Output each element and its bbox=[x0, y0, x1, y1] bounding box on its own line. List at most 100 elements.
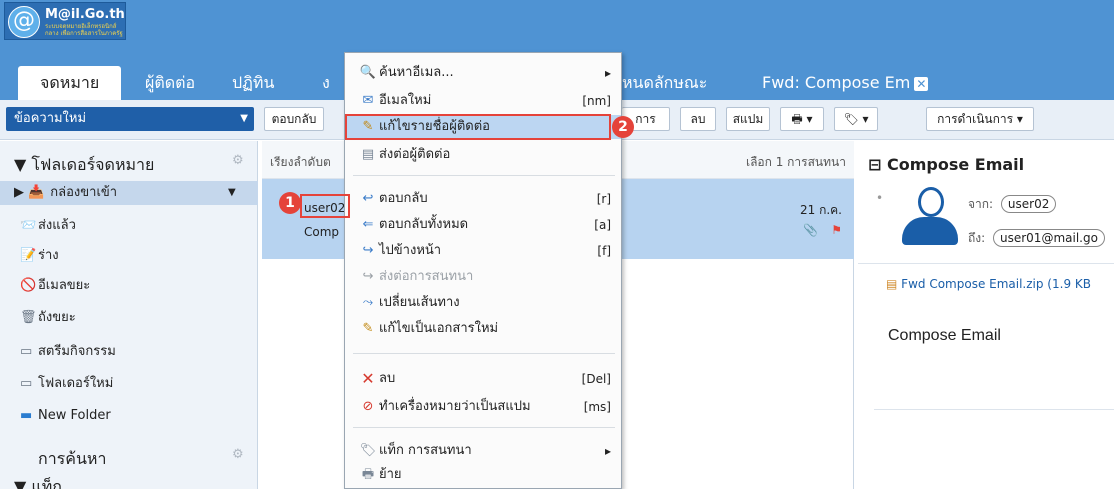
attachment-row[interactable]: ▤ Fwd Compose Email.zip (1.9 KB bbox=[886, 277, 1091, 291]
tab-partial[interactable]: ง bbox=[322, 66, 330, 100]
divider bbox=[874, 409, 1114, 410]
sidebar-item-drafts[interactable]: 📝 ร่าง bbox=[20, 245, 59, 267]
more-actions-button[interactable]: การดำเนินการ ▾ bbox=[926, 107, 1034, 131]
chevron-down-icon[interactable]: ▼ bbox=[228, 181, 236, 205]
message-subject: Comp bbox=[304, 225, 340, 239]
sidebar-item-label: สตรีมกิจกรรม bbox=[38, 344, 116, 359]
move-dropdown-button[interactable]: 🖶 ▾ bbox=[780, 107, 824, 131]
menu-item-shortcut: [nm] bbox=[582, 94, 611, 108]
gear-icon[interactable]: ⚙ bbox=[232, 153, 244, 168]
highlight-box-menu-item bbox=[345, 114, 611, 140]
menu-item-redirect[interactable]: ⤳ เปลี่ยนเส้นทาง bbox=[345, 291, 621, 315]
move-icon: 🖶 bbox=[361, 467, 375, 482]
sidebar-item-label: New Folder bbox=[38, 408, 111, 423]
menu-item-reply-all[interactable]: ⇐ ตอบกลับทั้งหมด [a] bbox=[345, 213, 621, 237]
app-logo[interactable]: @ M@il.Go.th ระบบจดหมายอิเล็กทรอนิกส์กลา… bbox=[4, 2, 126, 40]
sidebar-item-junk[interactable]: 🚫 อีเมลขยะ bbox=[20, 275, 90, 297]
menu-item-label: ทำเครื่องหมายว่าเป็นสแปม bbox=[379, 399, 531, 414]
menu-separator bbox=[353, 353, 615, 354]
sidebar-item-trash[interactable]: 🗑ถังขยะ bbox=[20, 307, 76, 329]
divider bbox=[858, 263, 1114, 264]
delete-button[interactable]: ลบ bbox=[680, 107, 716, 131]
attachment-link[interactable]: Fwd Compose Email.zip (1.9 KB bbox=[901, 277, 1091, 291]
sort-label[interactable]: เรียงลำดับต bbox=[270, 153, 331, 172]
tag-dropdown-button[interactable]: 🏷 ▾ bbox=[834, 107, 878, 131]
search-header[interactable]: การค้นหา bbox=[38, 447, 106, 472]
selection-count: เลือก 1 การสนทนา bbox=[745, 155, 846, 169]
menu-item-label: ส่งต่อผู้ติดต่อ bbox=[379, 147, 451, 162]
sidebar-item-new-folder[interactable]: ▬ New Folder bbox=[20, 405, 111, 427]
menu-item-forward-conversation: ↪ ส่งต่อการสนทนา bbox=[345, 265, 621, 289]
close-tab-icon[interactable]: ✕ bbox=[914, 76, 929, 91]
collapse-icon[interactable]: ⊟ bbox=[868, 155, 881, 174]
new-message-button[interactable]: ข้อความใหม่ ▼ bbox=[6, 107, 254, 131]
tab-fwd-compose[interactable]: Fwd: Compose Em ✕ bbox=[762, 66, 929, 100]
logo-subtitle: ระบบจดหมายอิเล็กทรอนิกส์กลาง เพื่อการสื่… bbox=[45, 23, 123, 37]
sidebar-item-inbox[interactable]: ▶ 📥 กล่องขาเข้า ▼ bbox=[0, 181, 258, 205]
menu-item-reply[interactable]: ↩ ตอบกลับ [r] bbox=[345, 187, 621, 211]
message-date: 21 ก.ค. bbox=[799, 203, 842, 217]
menu-item-forward[interactable]: ↪ ไปข้างหน้า [f] bbox=[345, 239, 621, 263]
menu-item-label: ตอบกลับทั้งหมด bbox=[379, 217, 469, 232]
spam-button[interactable]: สแปม bbox=[726, 107, 770, 131]
reply-button[interactable]: ตอบกลับ bbox=[264, 107, 324, 131]
sidebar-item-sent[interactable]: 📨 ส่งแล้ว bbox=[20, 215, 76, 237]
highlight-box-sender bbox=[300, 194, 350, 218]
tab-mail[interactable]: จดหมาย bbox=[18, 66, 122, 100]
tab-calendar[interactable]: ปฏิทิน bbox=[232, 66, 274, 100]
tags-header-label: แท็ก bbox=[31, 477, 62, 489]
paperclip-icon: 📎 bbox=[803, 223, 818, 237]
spam-icon: ⊘ bbox=[362, 399, 374, 414]
menu-item-label: ลบ bbox=[379, 371, 396, 386]
from-label: จาก: bbox=[968, 197, 994, 211]
folder-icon: ▭ bbox=[20, 344, 33, 359]
menu-item-edit-as-new[interactable]: ✎ แก้ไขเป็นเอกสารใหม่ bbox=[345, 317, 621, 341]
menu-item-label: ไปข้างหน้า bbox=[379, 243, 442, 258]
to-label: ถึง: bbox=[968, 231, 986, 245]
recipient-pill[interactable]: user01@mail.go bbox=[993, 229, 1105, 247]
forward-icon: ↪ bbox=[362, 243, 374, 258]
menu-item-shortcut: [r] bbox=[596, 192, 611, 206]
menu-item-shortcut: [Del] bbox=[581, 372, 611, 386]
new-message-label: ข้อความใหม่ bbox=[14, 111, 87, 126]
redirect-icon: ⤳ bbox=[362, 295, 374, 310]
flag-icon[interactable]: ⚑ bbox=[831, 223, 842, 237]
sidebar-item-activity-stream[interactable]: ▭ สตรีมกิจกรรม bbox=[20, 341, 116, 363]
menu-item-move[interactable]: 🖶 ย้าย bbox=[345, 463, 621, 487]
gear-icon[interactable]: ⚙ bbox=[232, 447, 244, 462]
sidebar: ▼ โฟลเดอร์จดหมาย ⚙ ▶ 📥 กล่องขาเข้า ▼ 📨 ส่… bbox=[0, 141, 258, 489]
sidebar-item-new-folder-th[interactable]: ▭ โฟลเดอร์ใหม่ bbox=[20, 373, 113, 395]
menu-separator bbox=[353, 175, 615, 176]
drafts-icon: 📝 bbox=[20, 248, 37, 263]
menu-item-search-email[interactable]: 🔍 ค้นหาอีเมล... ▸ bbox=[345, 61, 621, 85]
menu-item-forward-contact[interactable]: ▤ ส่งต่อผู้ติดต่อ bbox=[345, 143, 621, 167]
menu-item-mark-spam[interactable]: ⊘ ทำเครื่องหมายว่าเป็นสแปม [ms] bbox=[345, 395, 621, 419]
sent-icon: 📨 bbox=[20, 218, 37, 233]
tab-contacts[interactable]: ผู้ติดต่อ bbox=[145, 66, 195, 100]
forward-conversation-icon: ↪ bbox=[362, 269, 374, 284]
menu-item-label: อีเมลใหม่ bbox=[379, 93, 432, 108]
menu-item-tag-conversation[interactable]: 🏷 แท็ก การสนทนา ▸ bbox=[345, 439, 621, 463]
menu-separator bbox=[353, 427, 615, 428]
menu-item-label: แก้ไขเป็นเอกสารใหม่ bbox=[379, 321, 499, 336]
reply-icon: ↩ bbox=[362, 191, 374, 206]
folders-header[interactable]: ▼ โฟลเดอร์จดหมาย bbox=[14, 153, 154, 178]
menu-item-delete[interactable]: ✕ ลบ [Del] bbox=[345, 367, 621, 391]
tags-header[interactable]: ▼ แท็ก bbox=[14, 475, 62, 489]
message-body: Compose Email bbox=[888, 327, 1001, 344]
sender-pill[interactable]: user02 bbox=[1000, 195, 1057, 213]
chevron-down-icon[interactable]: ▼ bbox=[240, 107, 248, 131]
sidebar-item-label: กล่องขาเข้า bbox=[50, 185, 118, 200]
status-dot-icon: • bbox=[876, 191, 884, 205]
callout-badge: 1 bbox=[279, 192, 301, 214]
expand-arrow-icon[interactable]: ▶ bbox=[14, 185, 24, 200]
callout-badge: 2 bbox=[612, 116, 634, 138]
menu-item-label: ค้นหาอีเมล... bbox=[379, 65, 454, 80]
printer-icon: 🖶 bbox=[791, 112, 803, 126]
tab-preferences[interactable]: หนดลักษณะ bbox=[622, 66, 707, 100]
menu-item-new-email[interactable]: ✉ อีเมลใหม่ [nm] bbox=[345, 89, 621, 113]
pencil-icon: ✎ bbox=[362, 321, 374, 336]
inbox-icon: 📥 bbox=[28, 185, 45, 200]
menu-item-label: ตอบกลับ bbox=[379, 191, 428, 206]
folders-header-label: โฟลเดอร์จดหมาย bbox=[31, 155, 155, 174]
